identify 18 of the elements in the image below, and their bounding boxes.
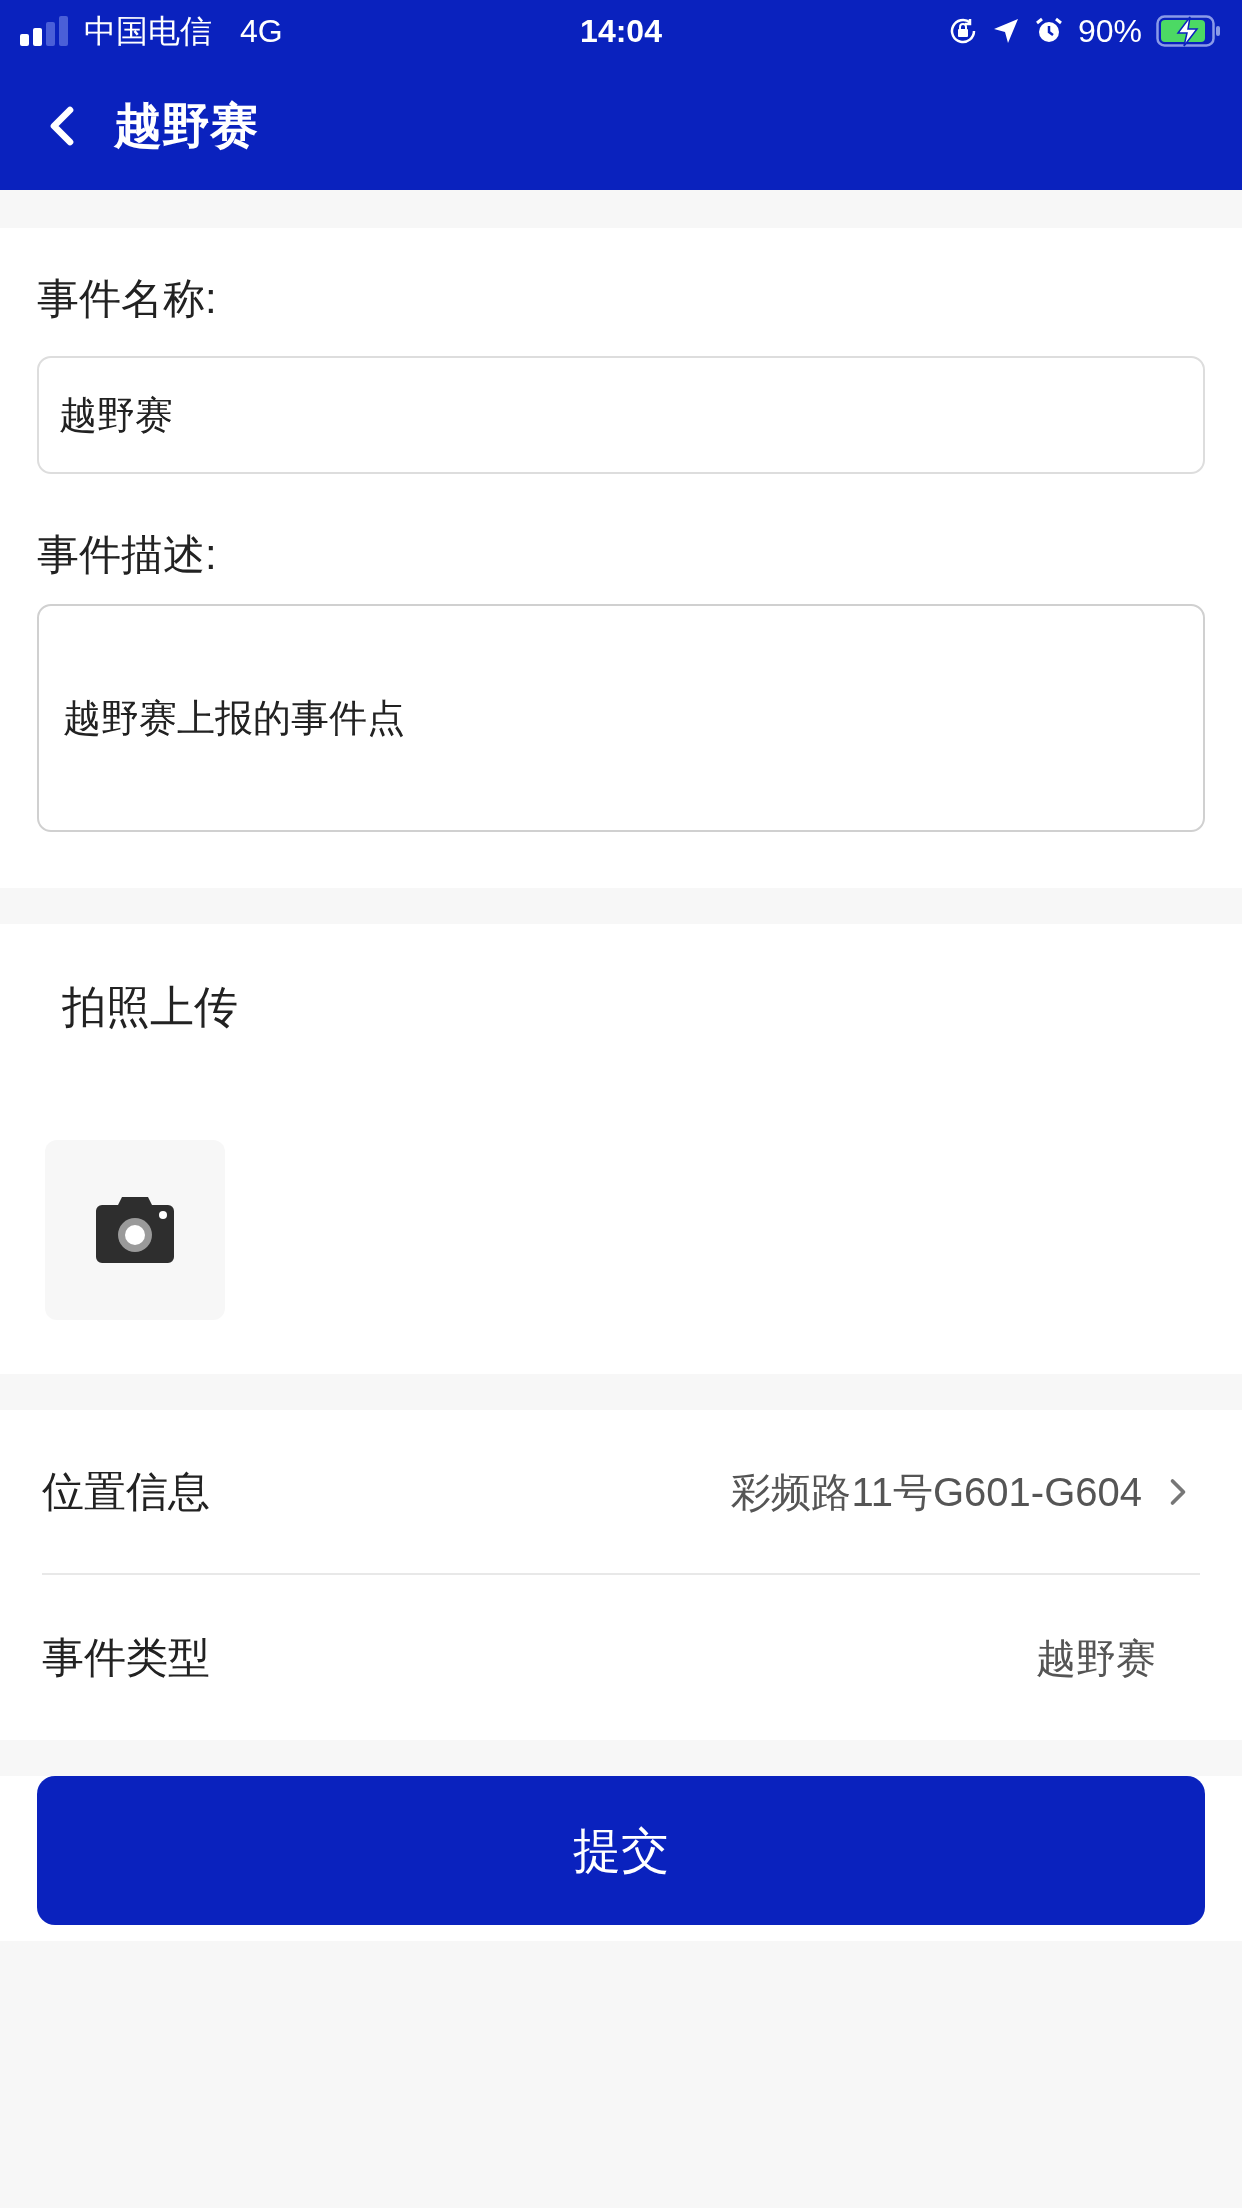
name-input[interactable]: 越野赛 <box>37 356 1205 474</box>
row-label: 位置信息 <box>42 1467 210 1517</box>
field-label: 事件描述: <box>37 529 218 580</box>
submit-button[interactable]: 提交 <box>37 1776 1205 1925</box>
battery-icon <box>1156 15 1222 47</box>
camera-icon <box>94 1195 176 1265</box>
camera-upload-button[interactable] <box>45 1140 225 1320</box>
description-input[interactable]: 越野赛上报的事件点 <box>37 604 1205 832</box>
row-value: 越野赛 <box>1036 1634 1156 1682</box>
carrier-name: 中国电信 <box>84 12 212 51</box>
page-title: 越野赛 <box>114 98 258 154</box>
status-time: 14:04 <box>580 12 662 51</box>
row-label: 事件类型 <box>42 1633 210 1683</box>
row-value[interactable]: 彩频路11号G601-G604 <box>731 1461 1142 1522</box>
battery-percent: 90% <box>1077 12 1142 51</box>
field-label: 事件名称: <box>37 273 218 324</box>
photo-upload-label: 拍照上传 <box>62 981 239 1033</box>
network-type: 4G <box>240 12 283 51</box>
